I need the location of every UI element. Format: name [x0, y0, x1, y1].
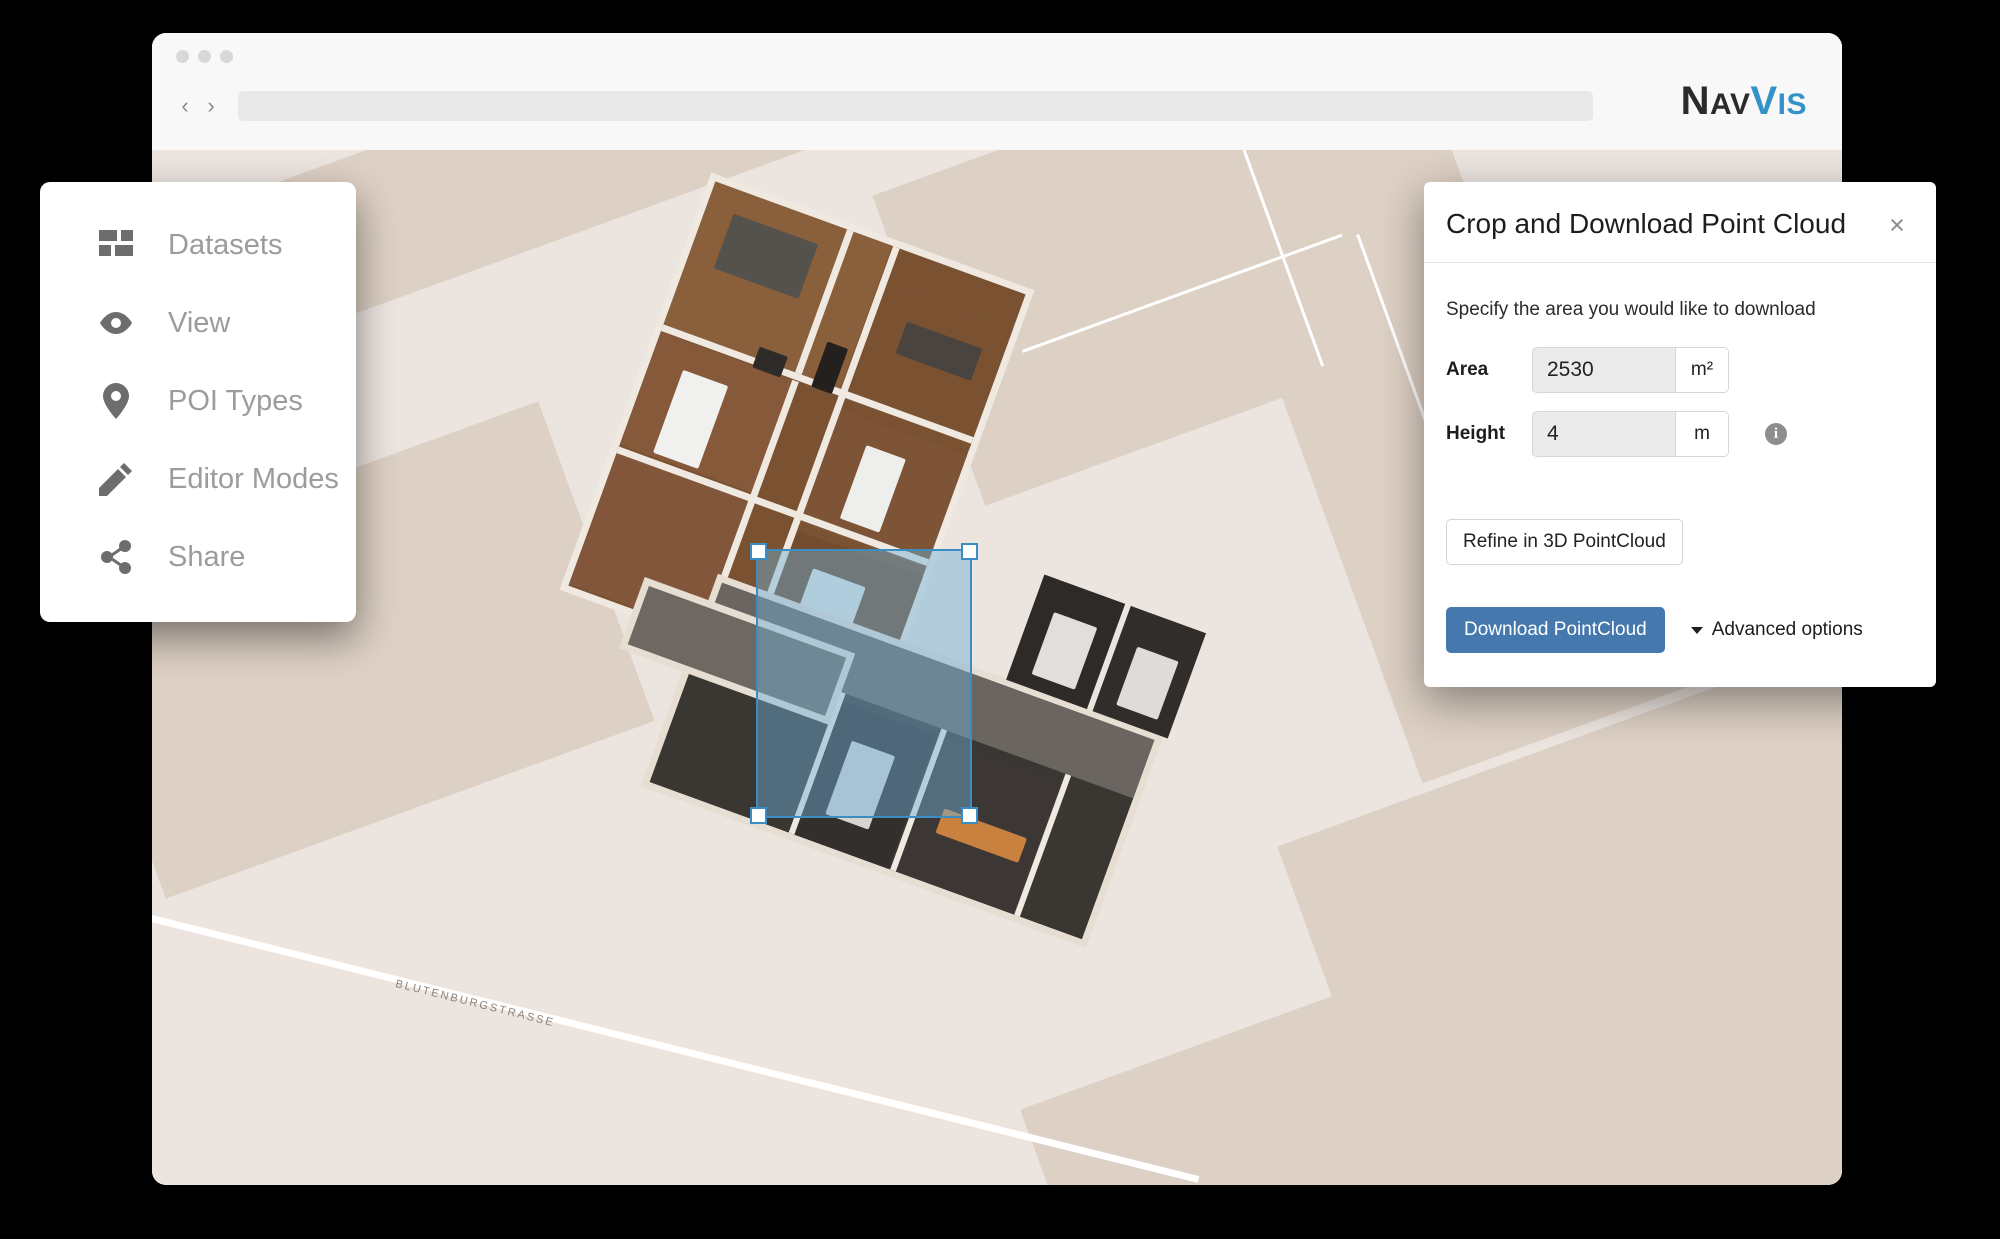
map-pin-icon: [96, 381, 136, 421]
height-input[interactable]: 4: [1533, 412, 1675, 456]
area-field-row: Area 2530 m²: [1446, 347, 1914, 393]
forward-icon[interactable]: ›: [198, 91, 224, 121]
map-road-main: [152, 910, 1200, 1183]
eye-icon: [96, 303, 136, 343]
browser-nav-row: ‹ ›: [172, 83, 1842, 129]
logo-vis-text: V: [1750, 79, 1778, 123]
share-icon: [96, 537, 136, 577]
close-window-dot[interactable]: [176, 50, 189, 63]
sidebar-item-share[interactable]: Share: [40, 518, 356, 596]
traffic-lights: [176, 50, 233, 63]
selection-handle-top-left[interactable]: [750, 543, 767, 560]
area-input[interactable]: 2530: [1533, 348, 1675, 392]
area-input-group[interactable]: 2530 m²: [1532, 347, 1729, 393]
close-icon[interactable]: ×: [1884, 212, 1910, 239]
logo-vis-small: IS: [1777, 88, 1807, 121]
dialog-header: Crop and Download Point Cloud ×: [1424, 182, 1936, 263]
logo-nav-text: N: [1680, 79, 1710, 123]
crop-selection-rectangle[interactable]: [750, 543, 978, 824]
info-icon[interactable]: i: [1765, 423, 1787, 445]
sidebar-item-label: View: [168, 306, 231, 339]
main-menu-panel: Datasets View POI Types Editor Modes Sha: [40, 182, 356, 622]
street-label: BLUTENBURGSTRASSE: [394, 978, 557, 1030]
sidebar-item-label: Datasets: [168, 228, 283, 261]
sidebar-item-editor-modes[interactable]: Editor Modes: [40, 440, 356, 518]
browser-chrome: ‹ › NAVVIS: [152, 33, 1842, 150]
advanced-options-label: Advanced options: [1711, 619, 1863, 640]
navvis-logo: NAVVIS: [1681, 81, 1807, 121]
sidebar-item-datasets[interactable]: Datasets: [40, 206, 356, 284]
sidebar-item-poi-types[interactable]: POI Types: [40, 362, 356, 440]
pencil-icon: [96, 459, 136, 499]
area-label: Area: [1446, 359, 1489, 380]
url-input[interactable]: [238, 91, 1593, 121]
selection-handle-bottom-left[interactable]: [750, 807, 767, 824]
chevron-down-icon: [1690, 626, 1703, 634]
dialog-actions: Download PointCloud Advanced options: [1446, 607, 1914, 653]
maximize-window-dot[interactable]: [220, 50, 233, 63]
advanced-options-toggle[interactable]: Advanced options: [1690, 619, 1863, 641]
screenshot-stage: ‹ › NAVVIS BLUTENBURGSTRASSE Datasets Vi…: [0, 0, 2000, 1239]
back-icon[interactable]: ‹: [172, 91, 198, 121]
sidebar-item-view[interactable]: View: [40, 284, 356, 362]
dialog-title: Crop and Download Point Cloud: [1446, 208, 1847, 239]
minimize-window-dot[interactable]: [198, 50, 211, 63]
download-pointcloud-button[interactable]: Download PointCloud: [1446, 607, 1665, 653]
dialog-subtitle: Specify the area you would like to downl…: [1446, 299, 1816, 320]
grid-icon: [96, 225, 136, 265]
sidebar-item-label: POI Types: [168, 384, 303, 417]
logo-nav-small: AV: [1710, 88, 1751, 121]
sidebar-item-label: Editor Modes: [168, 462, 339, 495]
height-field-row: Height 4 m i: [1446, 411, 1914, 457]
refine-in-3d-button[interactable]: Refine in 3D PointCloud: [1446, 519, 1683, 565]
height-input-group[interactable]: 4 m: [1532, 411, 1729, 457]
height-unit: m: [1675, 412, 1728, 456]
sidebar-item-label: Share: [168, 540, 246, 573]
selection-handle-top-right[interactable]: [961, 543, 978, 560]
dialog-body: Specify the area you would like to downl…: [1424, 263, 1936, 687]
area-unit: m²: [1675, 348, 1728, 392]
selection-handle-bottom-right[interactable]: [961, 807, 978, 824]
height-label: Height: [1446, 423, 1506, 444]
crop-download-dialog: Crop and Download Point Cloud × Specify …: [1424, 182, 1936, 687]
